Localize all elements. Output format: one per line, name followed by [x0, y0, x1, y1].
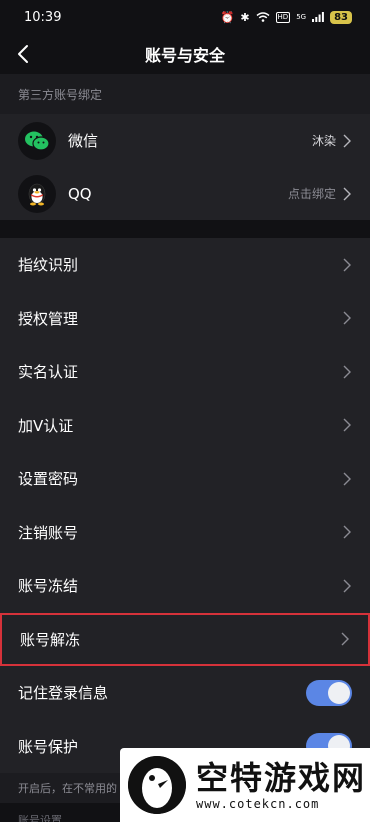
- chevron-right-icon: [343, 258, 351, 272]
- fingerprint-row[interactable]: 指纹识别: [0, 238, 370, 292]
- freeze-account-row[interactable]: 账号冻结: [0, 559, 370, 613]
- third-party-header: 第三方账号绑定: [0, 74, 370, 114]
- chevron-right-icon: [343, 472, 351, 486]
- wechat-value: 沐染: [311, 134, 336, 148]
- row-label: 加V认证: [18, 416, 74, 435]
- authorization-row[interactable]: 授权管理: [0, 291, 370, 345]
- hd-icon: HD: [275, 11, 291, 23]
- row-label: 账号冻结: [18, 577, 79, 596]
- chevron-right-icon: [343, 579, 351, 593]
- signal-label: 5G: [296, 13, 307, 21]
- row-label: 记住登录信息: [18, 684, 109, 703]
- row-label: 授权管理: [18, 309, 79, 328]
- next-section-header: 账号设置: [18, 814, 62, 822]
- watermark-text: 空特游戏网 www.cotekcn.com: [196, 759, 366, 811]
- remember-login-row: 记住登录信息: [0, 666, 370, 720]
- real-name-row[interactable]: 实名认证: [0, 345, 370, 399]
- chevron-right-icon: [343, 525, 351, 539]
- row-label: 指纹识别: [18, 256, 79, 275]
- toggle-knob: [328, 681, 350, 704]
- watermark-logo-icon: [128, 756, 186, 814]
- third-party-card: 微信 沐染 QQ 点击绑定: [0, 114, 370, 220]
- alarm-icon: ⏰: [220, 10, 235, 24]
- chevron-right-icon: [343, 365, 351, 379]
- status-icons: ⏰ ✱ HD 5G 83: [220, 10, 352, 24]
- watermark-title: 空特游戏网: [196, 759, 367, 797]
- v-verification-row[interactable]: 加V认证: [0, 398, 370, 452]
- page-title: 账号与安全: [144, 46, 225, 65]
- wifi-icon: [256, 12, 270, 22]
- chevron-right-icon: [343, 418, 351, 432]
- watermark: 空特游戏网 www.cotekcn.com: [120, 748, 370, 822]
- row-label: 注销账号: [18, 523, 79, 542]
- wechat-label: 微信: [68, 132, 99, 150]
- watermark-url: www.cotekcn.com: [196, 797, 320, 811]
- section-gap: [0, 220, 370, 238]
- qq-value: 点击绑定: [287, 187, 336, 201]
- settings-list: 指纹识别 授权管理 实名认证 加V认证 设置密码 注销账号 账号冻结 账号解冻 …: [0, 238, 370, 773]
- wechat-binding-row[interactable]: 微信 沐染: [0, 114, 370, 167]
- chevron-right-icon: [343, 134, 351, 147]
- signal-icon: [312, 12, 324, 22]
- chevron-right-icon: [341, 632, 349, 646]
- row-label: 设置密码: [18, 470, 79, 489]
- bluetooth-icon: ✱: [240, 10, 250, 24]
- remember-login-toggle[interactable]: [306, 679, 352, 706]
- qq-binding-row[interactable]: QQ 点击绑定: [0, 167, 370, 220]
- row-label: 账号解冻: [20, 630, 81, 649]
- cancel-account-row[interactable]: 注销账号: [0, 505, 370, 559]
- nav-bar: 账号与安全: [0, 34, 370, 74]
- qq-icon: [18, 174, 56, 213]
- back-arrow-icon[interactable]: [12, 42, 36, 66]
- set-password-row[interactable]: 设置密码: [0, 452, 370, 506]
- unfreeze-account-row[interactable]: 账号解冻: [0, 612, 370, 666]
- chevron-right-icon: [343, 311, 351, 325]
- qq-label: QQ: [68, 184, 92, 203]
- status-time: 10:39: [24, 9, 62, 25]
- status-bar: 10:39 ⏰ ✱ HD 5G 83: [0, 0, 370, 34]
- battery-icon: 83: [330, 10, 352, 24]
- chevron-right-icon: [343, 187, 351, 200]
- wechat-icon: [18, 121, 56, 160]
- row-label: 实名认证: [18, 363, 79, 382]
